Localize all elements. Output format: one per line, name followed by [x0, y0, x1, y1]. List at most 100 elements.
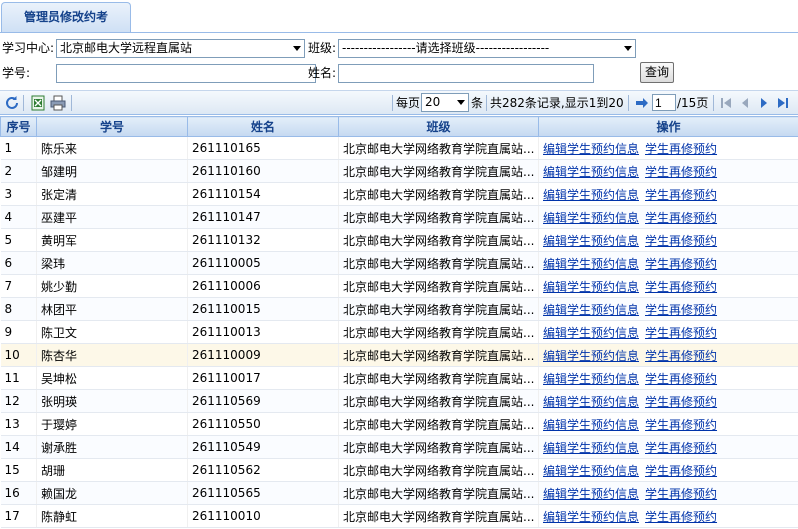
retake-reservation-link[interactable]: 学生再修预约: [645, 418, 717, 432]
edit-reservation-link[interactable]: 编辑学生预约信息: [543, 257, 639, 271]
students-table: 序号 学号 姓名 班级 操作 1 陈乐来 261110165 北京邮电大学网络教育学院…: [0, 116, 798, 528]
edit-reservation-link[interactable]: 编辑学生预约信息: [543, 280, 639, 294]
retake-reservation-link[interactable]: 学生再修预约: [645, 464, 717, 478]
edit-reservation-link[interactable]: 编辑学生预约信息: [543, 372, 639, 386]
table-row[interactable]: 2 邹建明 261110160 北京邮电大学网络教育学院直属站... 编辑学生预约信息学…: [0, 159, 798, 183]
table-row[interactable]: 5 黄明军 261110132 北京邮电大学网络教育学院直属站... 编辑学生预约信息学…: [0, 228, 798, 252]
table-row[interactable]: 13 于璎婷 261110550 北京邮电大学网络教育学院直属站... 编辑学生预约信息…: [0, 412, 798, 436]
cell-seq: 12: [0, 389, 37, 413]
cell-seq: 5: [0, 228, 37, 252]
edit-reservation-link[interactable]: 编辑学生预约信息: [543, 234, 639, 248]
edit-reservation-link[interactable]: 编辑学生预约信息: [543, 188, 639, 202]
edit-reservation-link[interactable]: 编辑学生预约信息: [543, 142, 639, 156]
retake-reservation-link[interactable]: 学生再修预约: [645, 188, 717, 202]
table-row[interactable]: 16 赖国龙 261110565 北京邮电大学网络教育学院直属站... 编辑学生预约信息…: [0, 481, 798, 505]
edit-reservation-link[interactable]: 编辑学生预约信息: [543, 441, 639, 455]
table-row[interactable]: 10 陈杏华 261110009 北京邮电大学网络教育学院直属站... 编辑学生预约信息…: [0, 343, 798, 367]
table-row[interactable]: 12 张明瑛 261110569 北京邮电大学网络教育学院直属站... 编辑学生预约信息…: [0, 389, 798, 413]
col-header-seq[interactable]: 序号: [0, 116, 37, 137]
retake-reservation-link[interactable]: 学生再修预约: [645, 326, 717, 340]
cell-seq: 15: [0, 458, 37, 482]
excel-export-icon[interactable]: [30, 95, 46, 111]
go-arrow-icon[interactable]: [634, 95, 650, 111]
grid-toolbar: 每页 20 条 共282条记录,显示1到20 /15页: [0, 90, 798, 115]
edit-reservation-link[interactable]: 编辑学生预约信息: [543, 303, 639, 317]
retake-reservation-link[interactable]: 学生再修预约: [645, 441, 717, 455]
table-row[interactable]: 6 梁玮 261110005 北京邮电大学网络教育学院直属站... 编辑学生预约信息 学生…: [0, 251, 798, 275]
cell-student-no: 261110132: [187, 228, 339, 252]
toolbar-divider: [486, 95, 487, 111]
retake-reservation-link[interactable]: 学生再修预约: [645, 510, 717, 524]
edit-reservation-link[interactable]: 编辑学生预约信息: [543, 211, 639, 225]
cell-student-no: 261110160: [187, 159, 339, 183]
next-page-icon[interactable]: [756, 95, 772, 111]
retake-reservation-link[interactable]: 学生再修预约: [645, 395, 717, 409]
retake-reservation-link[interactable]: 学生再修预约: [645, 372, 717, 386]
table-row[interactable]: 9 陈卫文 261110013 北京邮电大学网络教育学院直属站... 编辑学生预约信息学…: [0, 320, 798, 344]
record-summary: 共282条记录,显示1到20: [490, 96, 624, 110]
edit-reservation-link[interactable]: 编辑学生预约信息: [543, 418, 639, 432]
retake-reservation-link[interactable]: 学生再修预约: [645, 487, 717, 501]
cell-class: 北京邮电大学网络教育学院直属站...: [338, 504, 539, 528]
table-row[interactable]: 7 姚少勤 261110006 北京邮电大学网络教育学院直属站... 编辑学生预约信息学…: [0, 274, 798, 298]
table-row[interactable]: 11 吴坤松 261110017 北京邮电大学网络教育学院直属站... 编辑学生预约信息…: [0, 366, 798, 390]
student-no-input[interactable]: [56, 64, 316, 83]
first-page-icon[interactable]: [718, 95, 734, 111]
current-page-input[interactable]: [652, 94, 676, 111]
cell-student-name: 巫建平: [36, 205, 188, 229]
class-select[interactable]: -----------------请选择班级-----------------: [338, 39, 636, 58]
retake-reservation-link[interactable]: 学生再修预约: [645, 303, 717, 317]
table-row[interactable]: 8 林团平 261110015 北京邮电大学网络教育学院直属站... 编辑学生预约信息学…: [0, 297, 798, 321]
cell-student-name: 胡珊: [36, 458, 188, 482]
cell-student-no: 261110565: [187, 481, 339, 505]
cell-actions: 编辑学生预约信息 学生再修预约: [538, 182, 798, 206]
table-row[interactable]: 15 胡珊 261110562 北京邮电大学网络教育学院直属站... 编辑学生预约信息学…: [0, 458, 798, 482]
cell-class: 北京邮电大学网络教育学院直属站...: [338, 481, 539, 505]
table-row[interactable]: 1 陈乐来 261110165 北京邮电大学网络教育学院直属站... 编辑学生预约信息学…: [0, 136, 798, 160]
prev-page-icon[interactable]: [737, 95, 753, 111]
cell-actions: 编辑学生预约信息 学生再修预约: [538, 205, 798, 229]
print-icon[interactable]: [50, 95, 66, 111]
table-row[interactable]: 3 张定清 261110154 北京邮电大学网络教育学院直属站... 编辑学生预约信息学…: [0, 182, 798, 206]
cell-class: 北京邮电大学网络教育学院直属站...: [338, 435, 539, 459]
cell-actions: 编辑学生预约信息 学生再修预约: [538, 297, 798, 321]
cell-class: 北京邮电大学网络教育学院直属站...: [338, 205, 539, 229]
retake-reservation-link[interactable]: 学生再修预约: [645, 165, 717, 179]
cell-student-name: 吴坤松: [36, 366, 188, 390]
total-pages: /15页: [677, 96, 709, 110]
retake-reservation-link[interactable]: 学生再修预约: [645, 234, 717, 248]
retake-reservation-link[interactable]: 学生再修预约: [645, 142, 717, 156]
col-header-class[interactable]: 班级: [338, 116, 539, 137]
table-row[interactable]: 4 巫建平 261110147 北京邮电大学网络教育学院直属站... 编辑学生预约信息学…: [0, 205, 798, 229]
edit-reservation-link[interactable]: 编辑学生预约信息: [543, 510, 639, 524]
name-input[interactable]: [338, 64, 594, 83]
edit-reservation-link[interactable]: 编辑学生预约信息: [543, 487, 639, 501]
cell-class: 北京邮电大学网络教育学院直属站...: [338, 389, 539, 413]
table-row[interactable]: 17 陈静虹 261110010 北京邮电大学网络教育学院直属站... 编辑学生预约信息…: [0, 504, 798, 528]
edit-reservation-link[interactable]: 编辑学生预约信息: [543, 326, 639, 340]
center-select-value: 北京邮电大学远程直属站: [60, 41, 193, 55]
edit-reservation-link[interactable]: 编辑学生预约信息: [543, 464, 639, 478]
cell-student-name: 张明瑛: [36, 389, 188, 413]
edit-reservation-link[interactable]: 编辑学生预约信息: [543, 165, 639, 179]
table-row[interactable]: 14 谢承胜 261110549 北京邮电大学网络教育学院直属站... 编辑学生预约信息…: [0, 435, 798, 459]
cell-class: 北京邮电大学网络教育学院直属站...: [338, 320, 539, 344]
cell-student-name: 姚少勤: [36, 274, 188, 298]
toolbar-divider: [23, 95, 24, 111]
page-size-value: 20: [425, 95, 441, 109]
col-header-name[interactable]: 姓名: [187, 116, 339, 137]
last-page-icon[interactable]: [775, 95, 791, 111]
retake-reservation-link[interactable]: 学生再修预约: [645, 280, 717, 294]
page-size-select[interactable]: 20: [421, 93, 469, 112]
edit-reservation-link[interactable]: 编辑学生预约信息: [543, 395, 639, 409]
retake-reservation-link[interactable]: 学生再修预约: [645, 257, 717, 271]
retake-reservation-link[interactable]: 学生再修预约: [645, 349, 717, 363]
refresh-icon[interactable]: [4, 95, 20, 111]
tab-admin-modify-exam[interactable]: 管理员修改约考: [1, 2, 131, 32]
search-button[interactable]: 查询: [640, 62, 675, 83]
center-select[interactable]: 北京邮电大学远程直属站: [56, 39, 305, 58]
retake-reservation-link[interactable]: 学生再修预约: [645, 211, 717, 225]
col-header-student-no[interactable]: 学号: [36, 116, 188, 137]
cell-student-no: 261110549: [187, 435, 339, 459]
edit-reservation-link[interactable]: 编辑学生预约信息: [543, 349, 639, 363]
